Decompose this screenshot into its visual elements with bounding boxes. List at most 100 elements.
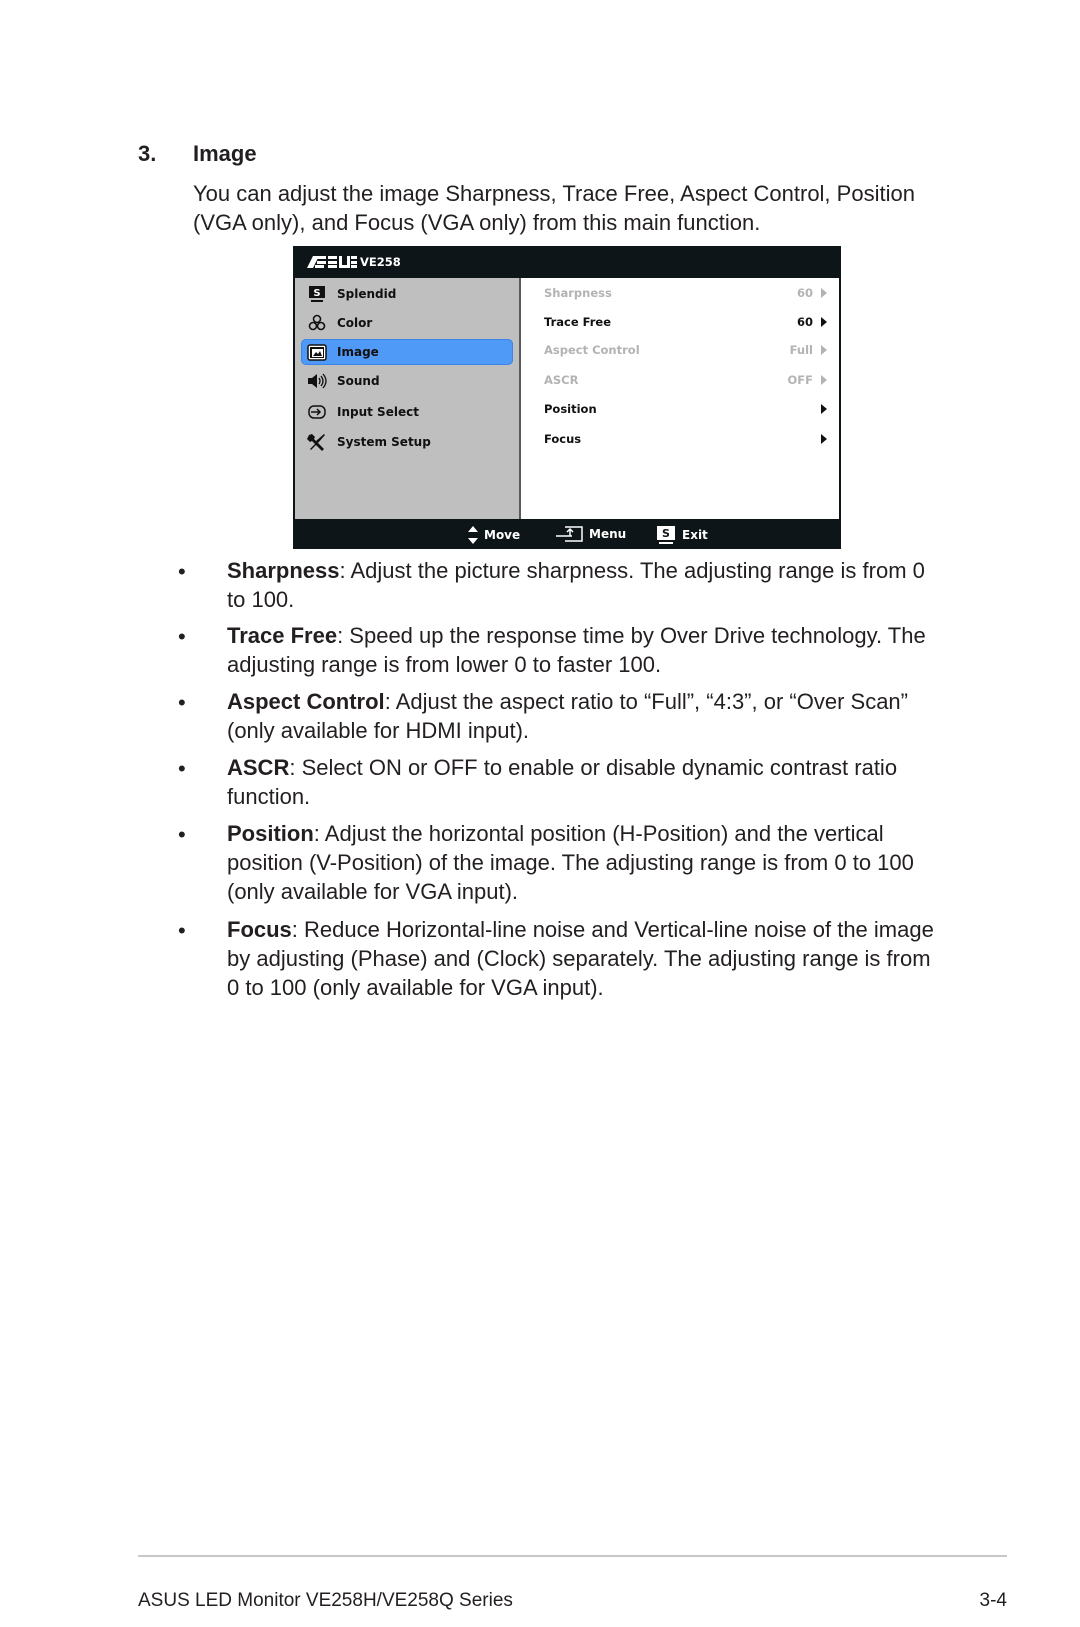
option-label: Aspect Control (544, 343, 640, 357)
option-label: Position (544, 402, 597, 416)
menu-enter-icon (555, 526, 583, 542)
color-rgb-icon (306, 314, 328, 332)
feature-line: Sharpness: Adjust the picture sharpness.… (227, 556, 947, 585)
option-value: 60 (796, 315, 813, 329)
arrow-right-icon (821, 404, 827, 414)
feature-term: Focus (227, 917, 292, 942)
feature-description: : Adjust the aspect ratio to “Full”, “4:… (384, 689, 908, 714)
feature-item: ASCR: Select ON or OFF to enable or disa… (227, 753, 947, 811)
menu-item-image[interactable]: Image (301, 339, 513, 365)
menu-item-label: Input Select (337, 405, 419, 419)
wrench-screwdriver-icon (306, 433, 328, 451)
arrow-right-icon (821, 288, 827, 298)
feature-item: Focus: Reduce Horizontal-line noise and … (227, 915, 947, 1002)
up-down-arrows-icon (468, 526, 478, 544)
menu-item-label: System Setup (337, 435, 431, 449)
option-ascr[interactable]: ASCR OFF (544, 368, 827, 392)
menu-item-splendid[interactable]: S Splendid (301, 281, 513, 307)
feature-line: Trace Free: Speed up the response time b… (227, 621, 947, 650)
bullet-icon: • (178, 559, 186, 584)
feature-description: : Reduce Horizontal-line noise and Verti… (291, 917, 934, 942)
bullet-icon: • (178, 690, 186, 715)
option-trace-free[interactable]: Trace Free 60 (544, 310, 827, 334)
osd-submenu: Sharpness 60 Trace Free 60 Aspect Contro… (521, 278, 839, 519)
splendid-s-key-icon: S (656, 526, 676, 544)
footer-menu: Menu (555, 526, 626, 542)
feature-description: : Select ON or OFF to enable or disable … (289, 755, 898, 780)
arrow-right-icon (821, 434, 827, 444)
arrow-right-icon (821, 375, 827, 385)
option-focus[interactable]: Focus (544, 427, 827, 451)
feature-line: (only available for HDMI input). (227, 718, 530, 743)
intro-line: You can adjust the image Sharpness, Trac… (193, 181, 915, 206)
feature-line: Position: Adjust the horizontal position… (227, 819, 947, 848)
feature-line: 0 to 100 (only available for VGA input). (227, 975, 604, 1000)
feature-line: by adjusting (Phase) and (Clock) separat… (227, 946, 931, 971)
footer-exit: S Exit (656, 526, 708, 544)
feature-description: : Adjust the horizontal position (H-Posi… (313, 821, 884, 846)
feature-term: Sharpness (227, 558, 340, 583)
osd-main-menu: S Splendid Color Image Sound Input Selec… (295, 278, 521, 519)
splendid-s-icon: S (306, 285, 328, 303)
option-label: Focus (544, 432, 582, 446)
feature-description: : Adjust the picture sharpness. The adju… (339, 558, 925, 583)
svg-text:S: S (662, 527, 670, 540)
menu-item-sound[interactable]: Sound (301, 368, 513, 394)
option-value: Full (789, 343, 813, 357)
option-sharpness[interactable]: Sharpness 60 (544, 281, 827, 305)
feature-line: (only available for VGA input). (227, 879, 519, 904)
menu-item-input-select[interactable]: Input Select (301, 399, 513, 425)
section-number: 3. (138, 141, 157, 166)
footer-menu-label: Menu (589, 527, 627, 541)
osd-header: VE258 (293, 246, 841, 278)
footer-document-title: ASUS LED Monitor VE258H/VE258Q Series (138, 1590, 513, 1611)
menu-item-color[interactable]: Color (301, 310, 513, 336)
menu-item-system-setup[interactable]: System Setup (301, 429, 513, 455)
section-intro: You can adjust the image Sharpness, Trac… (193, 179, 933, 237)
feature-term: ASCR (227, 755, 290, 780)
bullet-icon: • (178, 756, 186, 781)
feature-line: Focus: Reduce Horizontal-line noise and … (227, 915, 947, 944)
arrow-right-icon (821, 317, 827, 327)
feature-term: Aspect Control (227, 689, 385, 714)
footer-exit-label: Exit (682, 528, 708, 542)
option-value: 60 (796, 286, 813, 300)
input-select-icon (306, 403, 328, 421)
feature-line: ASCR: Select ON or OFF to enable or disa… (227, 753, 947, 782)
feature-description: : Speed up the response time by Over Dri… (337, 623, 926, 648)
menu-item-label: Splendid (337, 287, 397, 301)
bullet-icon: • (178, 624, 186, 649)
option-label: ASCR (544, 373, 579, 387)
footer-page-number: 3-4 (979, 1590, 1007, 1611)
feature-item: Aspect Control: Adjust the aspect ratio … (227, 687, 947, 745)
menu-item-label: Color (337, 316, 373, 330)
menu-item-label: Sound (337, 374, 380, 388)
osd-menu-figure: VE258 S Splendid Color Image Sound Input… (293, 246, 841, 549)
option-label: Trace Free (544, 315, 612, 329)
option-value: OFF (787, 373, 814, 387)
option-label: Sharpness (544, 286, 612, 300)
intro-line: (VGA only), and Focus (VGA only) from th… (193, 210, 761, 235)
footer-move-label: Move (484, 528, 521, 542)
speaker-icon (306, 372, 328, 390)
feature-term: Position (227, 821, 314, 846)
feature-line: to 100. (227, 587, 295, 612)
section-title: Image (193, 141, 257, 166)
arrow-right-icon (821, 345, 827, 355)
asus-logo-icon (307, 256, 357, 268)
menu-item-label: Image (337, 345, 379, 359)
image-icon (306, 343, 328, 361)
osd-footer-bar: Move Menu S Exit (293, 519, 841, 549)
feature-line: Aspect Control: Adjust the aspect ratio … (227, 687, 947, 716)
svg-text:S: S (313, 288, 320, 299)
feature-item: Sharpness: Adjust the picture sharpness.… (227, 556, 947, 614)
footer-move: Move (468, 526, 520, 544)
feature-line: adjusting range is from lower 0 to faste… (227, 652, 662, 677)
bullet-icon: • (178, 822, 186, 847)
option-aspect-control[interactable]: Aspect Control Full (544, 338, 827, 362)
feature-item: Position: Adjust the horizontal position… (227, 819, 947, 906)
osd-model-name: VE258 (360, 255, 401, 269)
option-position[interactable]: Position (544, 397, 827, 421)
footer-rule (138, 1555, 1007, 1557)
feature-line: position (V-Position) of the image. The … (227, 850, 914, 875)
